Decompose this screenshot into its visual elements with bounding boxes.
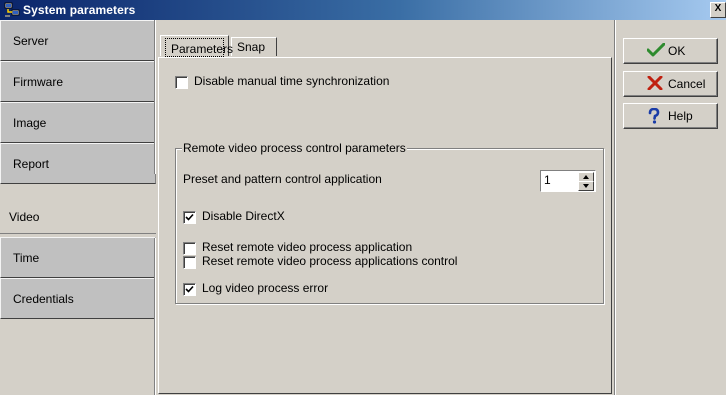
reset-app-checkbox[interactable] <box>183 242 196 255</box>
checkmark-icon <box>185 213 194 221</box>
arrow-up-icon <box>583 175 589 179</box>
red-x-icon <box>647 76 663 90</box>
checkmark-icon <box>647 43 665 57</box>
sidebar-item-label: Server <box>13 34 49 48</box>
spin-down-button[interactable] <box>578 181 594 191</box>
preset-pattern-value: 1 <box>544 173 551 187</box>
sidebar-item-label: Image <box>13 116 47 130</box>
log-error-checkbox[interactable] <box>183 283 196 296</box>
log-error-label: Log video process error <box>202 281 329 295</box>
sidebar-item-label: Time <box>13 251 40 265</box>
sidebar-item-label: Report <box>13 157 50 171</box>
settings-panel: Parameters Snap Disable manual time sync… <box>156 20 614 395</box>
tab-parameters[interactable]: Parameters <box>160 35 233 57</box>
help-button[interactable]: Help <box>623 103 718 129</box>
ok-label: OK <box>668 44 686 58</box>
sidebar-item-time[interactable]: Time <box>0 237 156 278</box>
title-bar[interactable]: System parameters X <box>0 0 726 20</box>
question-mark-icon <box>648 108 660 124</box>
reset-app-label: Reset remote video process application <box>202 240 413 254</box>
checkmark-icon <box>185 285 194 293</box>
preset-pattern-spinner[interactable]: 1 <box>540 170 596 192</box>
window-title: System parameters <box>23 3 136 17</box>
remote-video-process-group: Remote video process control parameters … <box>175 141 604 304</box>
system-parameters-window: System parameters X Server Firmware Imag… <box>0 0 726 395</box>
help-label: Help <box>668 109 693 123</box>
arrow-down-icon <box>583 184 589 188</box>
sidebar-item-label: Firmware <box>13 75 63 89</box>
disable-time-sync-checkbox[interactable] <box>175 76 188 89</box>
sidebar-item-video[interactable]: Video <box>0 194 156 234</box>
sidebar-item-image[interactable]: Image <box>0 102 156 143</box>
sidebar-item-label: Video <box>9 210 40 224</box>
tab-snap[interactable]: Snap <box>231 37 277 56</box>
reset-apps-control-checkbox[interactable] <box>183 256 196 269</box>
group-title: Remote video process control parameters <box>182 141 407 155</box>
disable-directx-checkbox[interactable] <box>183 211 196 224</box>
disable-time-sync-label: Disable manual time synchronization <box>194 74 390 88</box>
sidebar-item-firmware[interactable]: Firmware <box>0 61 156 102</box>
reset-apps-control-label: Reset remote video process applications … <box>202 254 458 268</box>
spinner-buttons <box>578 172 594 191</box>
cancel-button[interactable]: Cancel <box>623 71 718 97</box>
sidebar-item-credentials[interactable]: Credentials <box>0 278 156 319</box>
sidebar-item-report[interactable]: Report <box>0 143 156 184</box>
action-button-panel: OK Cancel Help <box>614 20 726 395</box>
network-computers-icon <box>4 2 20 17</box>
sidebar-item-label: Credentials <box>13 292 74 306</box>
cancel-label: Cancel <box>668 77 706 91</box>
tab-label: Parameters <box>165 38 233 57</box>
sidebar-item-server[interactable]: Server <box>0 20 156 61</box>
ok-button[interactable]: OK <box>623 38 718 64</box>
parameters-tab-panel: Disable manual time synchronization Remo… <box>158 57 612 394</box>
category-sidebar: Server Firmware Image Report Video Time … <box>0 20 156 395</box>
right-divider <box>614 20 616 395</box>
disable-directx-label: Disable DirectX <box>202 209 285 223</box>
preset-pattern-label: Preset and pattern control application <box>183 172 382 186</box>
close-button[interactable]: X <box>710 2 726 18</box>
tab-label: Snap <box>237 40 266 54</box>
